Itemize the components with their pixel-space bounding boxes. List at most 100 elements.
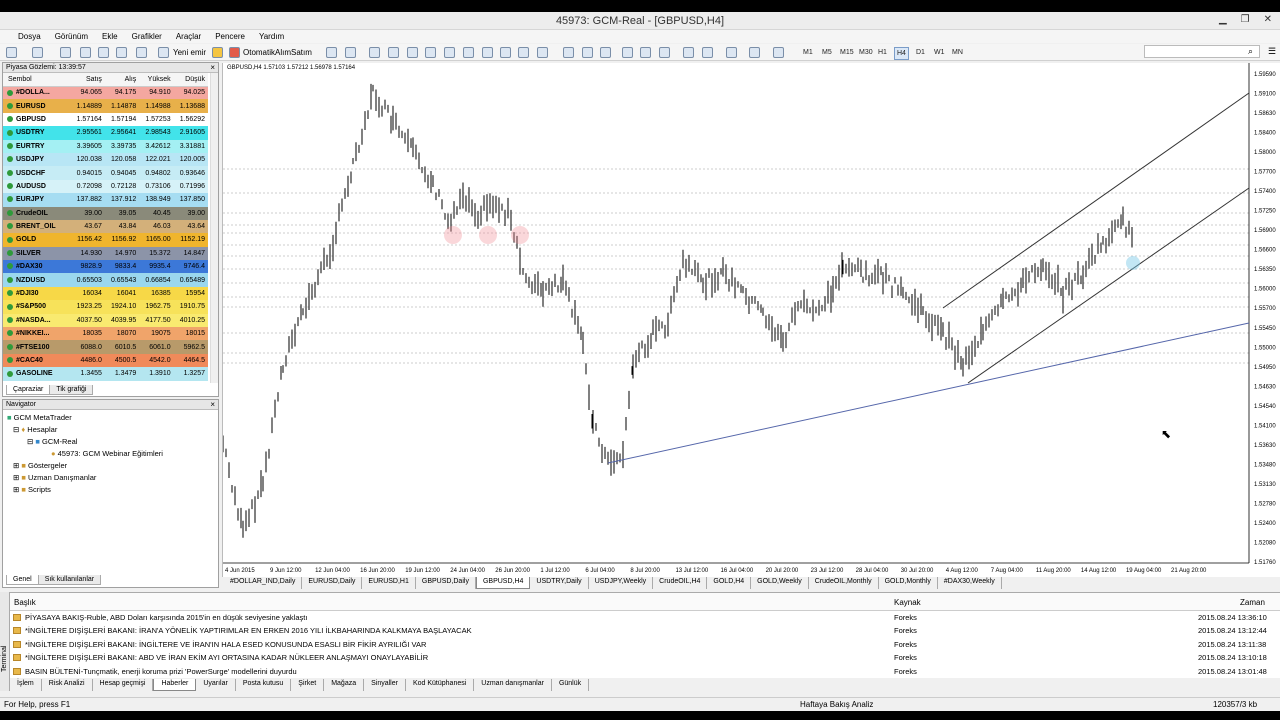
auto-scroll-icon[interactable]: [683, 47, 694, 58]
market-watch-row[interactable]: SILVER 14.930 14.970 15.372 14.847: [3, 246, 208, 261]
horizontal-line-icon[interactable]: [388, 47, 399, 58]
market-watch-row[interactable]: #S&P500 1923.25 1924.10 1962.75 1910.75: [3, 300, 208, 314]
timeframe-h1[interactable]: H1: [876, 47, 889, 58]
tester-icon[interactable]: [136, 47, 147, 58]
market-watch-row[interactable]: AUDUSD 0.72098 0.72128 0.73106 0.71996: [3, 179, 208, 194]
column-header[interactable]: Satış: [70, 73, 105, 87]
community-icon[interactable]: ☰: [1268, 46, 1276, 57]
column-header[interactable]: Sembol: [3, 73, 71, 87]
tab-general[interactable]: Genel: [6, 575, 39, 585]
minimize-icon[interactable]: ▁: [1219, 14, 1227, 25]
tree-scripts[interactable]: ⊞ ■ Scripts: [7, 484, 214, 496]
menu-view[interactable]: Görünüm: [55, 32, 88, 41]
channel-icon[interactable]: [425, 47, 436, 58]
menu-window[interactable]: Pencere: [215, 32, 245, 41]
market-watch-row[interactable]: USDCHF 0.94015 0.94045 0.94802 0.93646: [3, 166, 208, 180]
zoom-out-icon[interactable]: [640, 47, 651, 58]
chart-tab[interactable]: USDJPY,Weekly: [589, 577, 654, 589]
menu-file[interactable]: Dosya: [18, 32, 41, 41]
tree-accounts[interactable]: ⊟ ♦ Hesaplar: [7, 424, 214, 436]
news-row[interactable]: BASIN BÜLTENİ-Tunçmatik, enerji koruma p…: [10, 665, 1280, 678]
menu-tools[interactable]: Araçlar: [176, 32, 201, 41]
search-icon[interactable]: ⌕: [1248, 46, 1253, 57]
chart-tab[interactable]: CrudeOIL,Monthly: [809, 577, 879, 589]
auto-trading-icon[interactable]: [229, 47, 240, 58]
chart-tab[interactable]: GOLD,H4: [707, 577, 752, 589]
periods-icon[interactable]: [749, 47, 760, 58]
terminal-tab[interactable]: Uzman danışmanlar: [474, 679, 552, 691]
market-watch-row[interactable]: #DAX30 9828.9 9833.4 9935.4 9746.4: [3, 260, 208, 274]
chart-tab[interactable]: EURUSD,H1: [362, 577, 416, 589]
column-header[interactable]: Zaman: [1240, 598, 1265, 607]
tree-root[interactable]: ■ GCM MetaTrader: [7, 412, 214, 424]
column-header[interactable]: Başlık: [14, 598, 36, 607]
cursor-icon[interactable]: [326, 47, 337, 58]
tab-tick-chart[interactable]: Tik grafiği: [49, 385, 94, 395]
market-watch-row[interactable]: #FTSE100 6088.0 6010.5 6061.0 5962.5: [3, 340, 208, 354]
text-icon[interactable]: [463, 47, 474, 58]
candlestick-icon[interactable]: [582, 47, 593, 58]
chart-tab[interactable]: GBPUSD,H4: [475, 577, 531, 589]
news-row[interactable]: *İNGİLTERE DIŞİŞLERİ BAKANI: İNGİLTERE V…: [10, 638, 1280, 651]
terminal-tab[interactable]: Günlük: [552, 679, 590, 691]
market-watch-row[interactable]: NZDUSD 0.65503 0.65543 0.66854 0.65489: [3, 273, 208, 287]
terminal-tab[interactable]: Haberler: [153, 679, 197, 691]
column-header[interactable]: Düşük: [173, 73, 208, 87]
tree-account[interactable]: ● 45973: GCM Webinar Eğitimleri: [7, 448, 214, 460]
timeframe-m30[interactable]: M30: [857, 47, 875, 58]
menu-charts[interactable]: Grafikler: [132, 32, 162, 41]
market-watch-row[interactable]: GOLD 1156.42 1156.92 1165.00 1152.19: [3, 233, 208, 247]
news-row[interactable]: *İNGİLTERE DIŞİŞLERİ BAKANI: ABD VE İRAN…: [10, 651, 1280, 664]
column-header[interactable]: Yüksek: [139, 73, 174, 87]
terminal-tab[interactable]: Kod Kütüphanesi: [406, 679, 475, 691]
fibo-icon[interactable]: [444, 47, 455, 58]
trendline-icon[interactable]: [407, 47, 418, 58]
tab-favorites[interactable]: Sık kullanılanlar: [37, 575, 102, 585]
bar-chart-icon[interactable]: [563, 47, 574, 58]
metaeditor-icon[interactable]: [212, 47, 223, 58]
column-header[interactable]: Alış: [104, 73, 140, 87]
menu-help[interactable]: Yardım: [259, 32, 284, 41]
terminal-tab[interactable]: Hesap geçmişi: [93, 679, 154, 691]
close-icon[interactable]: ×: [210, 63, 215, 73]
restore-icon[interactable]: ❐: [1241, 14, 1250, 25]
market-watch-row[interactable]: #DOLLA... 94.065 94.175 94.910 94.025: [3, 86, 208, 100]
timeframe-mn[interactable]: MN: [950, 47, 965, 58]
terminal-tab[interactable]: Mağaza: [324, 679, 365, 691]
market-watch-row[interactable]: CrudeOIL 39.00 39.05 40.45 39.00: [3, 206, 208, 220]
tab-symbols[interactable]: Çapraziar: [6, 385, 51, 395]
column-header[interactable]: Kaynak: [894, 598, 921, 607]
terminal-tab[interactable]: Sinyaller: [364, 679, 406, 691]
arrows-icon[interactable]: [500, 47, 511, 58]
news-row[interactable]: PİYASAYA BAKIŞ-Ruble, ABD Doları karşısı…: [10, 611, 1280, 624]
scrollbar[interactable]: [210, 73, 218, 383]
terminal-tab[interactable]: Uyarılar: [196, 679, 236, 691]
market-watch-row[interactable]: USDJPY 120.038 120.058 122.021 120.005: [3, 152, 208, 167]
market-watch-row[interactable]: #NIKKEI... 18035 18070 19075 18015: [3, 327, 208, 341]
chart-area[interactable]: GBPUSD,H4 1.57103 1.57212 1.56978 1.5716…: [222, 63, 1280, 577]
crosshair-icon[interactable]: [345, 47, 356, 58]
market-watch-row[interactable]: #DJI30 16034 16041 16385 15954: [3, 286, 208, 301]
market-watch-row[interactable]: GASOLINE 1.3455 1.3479 1.3910 1.3257: [3, 367, 208, 381]
market-watch-row[interactable]: #NASDA... 4037.50 4039.95 4177.50 4010.25: [3, 313, 208, 328]
terminal-tab[interactable]: İşlem: [10, 679, 42, 691]
chart-tab[interactable]: #DAX30,Weekly: [938, 577, 1002, 589]
market-watch-row[interactable]: #CAC40 4486.0 4500.5 4542.0 4464.5: [3, 353, 208, 368]
terminal-icon[interactable]: [116, 47, 127, 58]
shapes-icon[interactable]: [482, 47, 493, 58]
chart-tab[interactable]: USDTRY,Daily: [530, 577, 589, 589]
timeframe-d1[interactable]: D1: [914, 47, 927, 58]
market-watch-row[interactable]: BRENT_OIL 43.67 43.84 46.03 43.64: [3, 219, 208, 234]
navigator-icon[interactable]: [98, 47, 109, 58]
tile-windows-icon[interactable]: [659, 47, 670, 58]
pitchfork-icon[interactable]: [518, 47, 529, 58]
line-chart-icon[interactable]: [600, 47, 611, 58]
search-input[interactable]: [1144, 45, 1260, 58]
terminal-tab[interactable]: Posta kutusu: [236, 679, 292, 691]
indicators-icon[interactable]: [726, 47, 737, 58]
zoom-in-icon[interactable]: [622, 47, 633, 58]
profiles-icon[interactable]: [32, 47, 43, 58]
news-row[interactable]: *İNGİLTERE DIŞİŞLERİ BAKANI: İRAN'A YÖNE…: [10, 624, 1280, 637]
vertical-line-icon[interactable]: [369, 47, 380, 58]
chart-tab[interactable]: #DOLLAR_IND,Daily: [224, 577, 303, 589]
